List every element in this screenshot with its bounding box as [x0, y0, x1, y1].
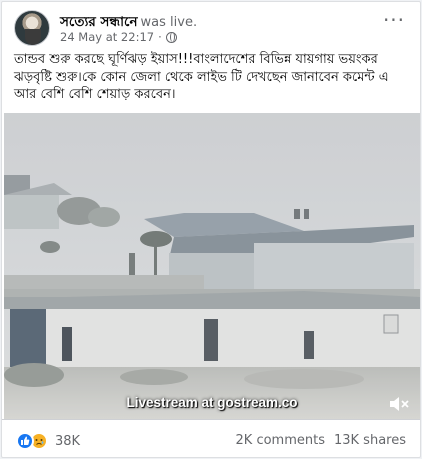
globe-icon[interactable]	[165, 31, 177, 43]
video-frame	[4, 113, 420, 419]
video-player[interactable]: Livestream at gostream.co	[4, 113, 420, 419]
post-footer: 38K 2K comments 13K shares	[2, 419, 420, 459]
more-options-icon[interactable]: ···	[380, 10, 408, 34]
live-status-text: was live.	[140, 15, 198, 30]
comments-count[interactable]: 2K comments	[236, 433, 325, 448]
author-name[interactable]: সত্যের সন্ধানে	[60, 14, 138, 30]
reactions-summary[interactable]: 38K	[16, 432, 80, 450]
post-meta: 24 May at 22:17 ·	[60, 30, 177, 44]
post-text: তান্ডব শুরু করছে ঘূর্ণিঝড় ইয়াস!!!বাংলা…	[14, 52, 389, 102]
post-header: সত্যের সন্ধানে was live. 24 May at 22:17 …	[14, 10, 408, 46]
engagement-stats: 2K comments 13K shares	[236, 433, 406, 448]
author-avatar[interactable]	[14, 10, 50, 46]
meta-separator: ·	[158, 30, 162, 44]
video-watermark: Livestream at gostream.co	[126, 395, 298, 410]
reaction-count[interactable]: 38K	[55, 434, 80, 449]
post-timestamp[interactable]: 24 May at 22:17	[60, 30, 154, 44]
shares-count[interactable]: 13K shares	[334, 433, 406, 448]
like-icon	[16, 432, 34, 450]
speaker-muted-icon[interactable]	[388, 394, 410, 414]
post-card: সত্যের সন্ধানে was live. 24 May at 22:17 …	[1, 1, 421, 458]
avatar-beard	[25, 29, 41, 45]
